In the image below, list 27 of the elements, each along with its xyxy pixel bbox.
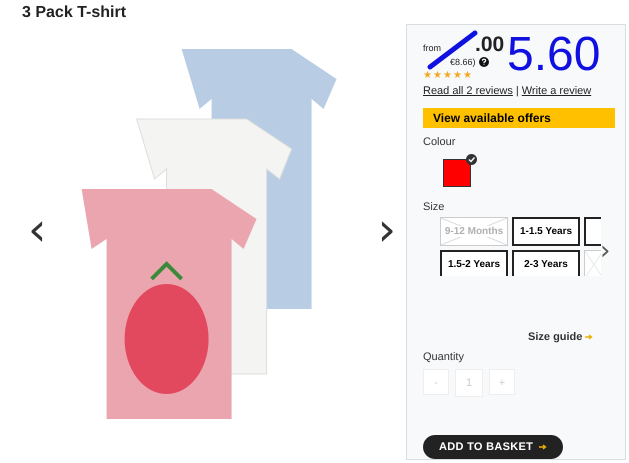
size-label: Size — [423, 201, 446, 214]
size-option[interactable] — [584, 217, 601, 246]
size-option[interactable]: 1-1.5 Years — [512, 217, 580, 246]
star-icon: ★ — [443, 69, 452, 81]
price: .00 — [475, 33, 504, 57]
star-icon: ★ — [433, 69, 442, 81]
secondary-price: €8.66) — [450, 57, 476, 67]
colour-label: Colour — [423, 136, 456, 148]
star-icon: ★ — [453, 69, 462, 81]
handwritten-price: 5.60 — [507, 31, 600, 79]
colour-swatch[interactable] — [443, 159, 471, 188]
size-option[interactable]: 1.5-2 Years — [440, 250, 508, 276]
star-icon: ★ — [463, 69, 472, 81]
star-icon: ★ — [423, 69, 432, 81]
help-icon[interactable] — [478, 57, 489, 67]
add-to-basket-button[interactable]: ADD TO BASKET — [423, 435, 563, 459]
read-reviews-link[interactable]: Read all 2 reviews — [423, 85, 513, 97]
write-review-link[interactable]: Write a review — [522, 85, 592, 97]
size-guide-link[interactable]: Size guide — [528, 331, 582, 344]
view-offers-button[interactable]: View available offers — [423, 108, 615, 128]
size-option[interactable]: 2-3 Years — [512, 250, 580, 276]
quantity-label: Quantity — [423, 351, 465, 364]
check-icon — [466, 154, 477, 166]
separator: | — [516, 85, 519, 97]
price-prefix: from — [423, 43, 441, 53]
arrow-icon — [539, 444, 548, 450]
product-title: 3 Pack T-shirt — [22, 4, 128, 22]
